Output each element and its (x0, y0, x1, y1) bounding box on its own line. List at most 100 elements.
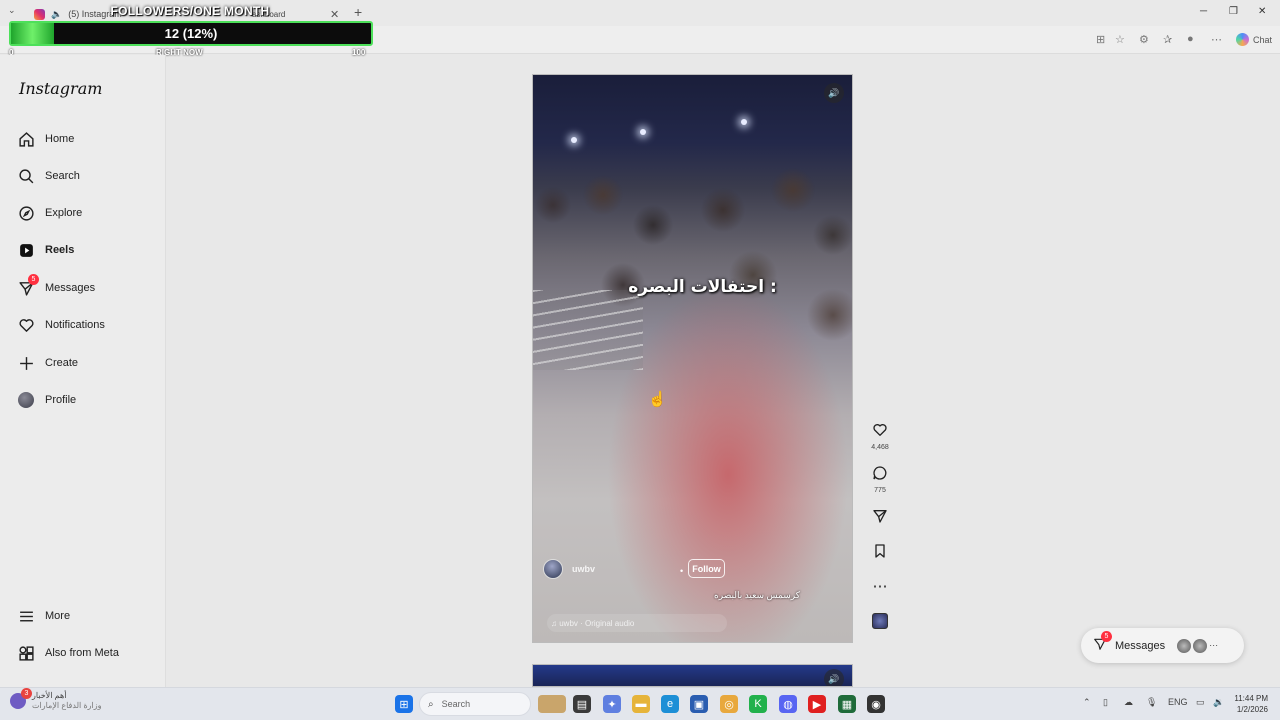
kick-icon[interactable]: K (749, 695, 767, 713)
edge-browser-icon[interactable]: e (661, 695, 679, 713)
discord-icon[interactable]: ◍ (779, 695, 797, 713)
heart-icon[interactable] (866, 422, 894, 443)
avatar (1193, 638, 1208, 653)
nav-profile[interactable]: Profile (16, 384, 164, 416)
instagram-logo[interactable]: Instagram (19, 79, 102, 98)
save-action[interactable] (866, 543, 894, 564)
nav-also-from-meta-label: Also from Meta (45, 647, 119, 659)
copilot-icon[interactable]: ✦ (603, 695, 621, 713)
audio-thumbnail[interactable] (872, 613, 888, 629)
xbox-icon[interactable]: ▦ (838, 695, 856, 713)
nav-also-from-meta[interactable]: Also from Meta (16, 637, 164, 669)
taskbar-clock[interactable]: 11:44 PM 1/2/2026 (1232, 693, 1268, 715)
follow-button[interactable]: Follow (688, 559, 725, 578)
news-headline: أهم الأخبار (32, 691, 67, 700)
conversation-avatars: ⋯ (1177, 638, 1218, 653)
author-avatar[interactable] (543, 559, 563, 579)
reel-video[interactable]: احتفالات البصره : 🔊 (532, 74, 853, 643)
nav-search[interactable]: Search (16, 160, 164, 192)
speaker-icon[interactable]: 🔊 (824, 83, 844, 103)
home-icon (16, 129, 36, 149)
language-indicator[interactable]: ENG (1168, 697, 1188, 707)
overlay-title: FOLLOWERS/ONE MONTH (110, 4, 270, 18)
volume-icon[interactable]: 🔉 (1213, 697, 1224, 708)
nav-create-label: Create (45, 357, 79, 369)
bookmark-icon[interactable] (866, 543, 894, 564)
share-icon[interactable] (866, 508, 894, 529)
news-icon: 3 (10, 688, 32, 709)
street-lamp (571, 137, 577, 143)
like-action[interactable]: 4,468 (866, 422, 894, 451)
next-reel-preview[interactable]: 🔊 (532, 664, 853, 687)
nav-reels-label: Reels (45, 244, 75, 256)
nav-more[interactable]: More (16, 600, 164, 632)
followers-progress-value: 12 (12%) (164, 26, 218, 41)
nav-notifications-label: Notifications (45, 319, 105, 331)
profile-avatar-icon[interactable]: ● (1187, 33, 1194, 45)
messenger-icon: 5 (1093, 631, 1112, 654)
news-badge: 3 (21, 688, 32, 699)
profile-avatar-icon (16, 390, 36, 410)
more-options-action[interactable]: ⋯ (866, 578, 894, 596)
nav-more-label: More (45, 610, 71, 622)
file-explorer-icon[interactable]: ▬ (632, 695, 650, 713)
likes-count: 4,468 (871, 444, 889, 451)
youtube-icon[interactable]: ▶ (808, 695, 826, 713)
close-window-icon[interactable]: ✕ (1258, 6, 1266, 17)
author-username[interactable]: uwbv (572, 564, 595, 574)
search-highlight-icon[interactable] (538, 695, 566, 713)
messages-pill-badge: 5 (1101, 631, 1112, 642)
reel-audio-link[interactable]: ♫ uwbv · Original audio (547, 614, 727, 632)
reel-author[interactable]: uwbv (543, 559, 595, 579)
nav-messages-label: Messages (45, 282, 96, 294)
avatar (1177, 638, 1192, 653)
nav-home-label: Home (45, 133, 75, 145)
nav-create[interactable]: Create (16, 347, 164, 379)
clock-time: 11:44 PM (1234, 694, 1268, 703)
speaker-icon[interactable]: 🔊 (824, 669, 844, 686)
reel-overlay-caption: احتفالات البصره : (628, 277, 777, 297)
onedrive-icon[interactable]: ☁ (1124, 697, 1133, 708)
minimize-icon[interactable]: ─ (1200, 6, 1207, 17)
favorite-star-icon[interactable]: ☆ (1115, 33, 1125, 46)
clock-date: 1/2/2026 (1236, 705, 1268, 714)
network-icon[interactable]: ▭ (1196, 697, 1205, 708)
extension-icon[interactable]: ⚙ (1139, 33, 1149, 46)
chat-label: Chat (1253, 34, 1273, 45)
task-view-icon[interactable]: ▤ (573, 695, 591, 713)
tray-chevron-up-icon[interactable]: ⌃ (1083, 697, 1091, 708)
news-widget[interactable]: 3 أهم الأخبار وزارة الدفاع الإمارات (10, 688, 101, 711)
taskbar-search[interactable]: ⌕ Search (419, 692, 531, 716)
reel-description[interactable]: كرسمس سعيد بالبصره (700, 590, 800, 601)
messenger-icon: 5 (16, 274, 39, 298)
chrome-icon[interactable]: ◎ (720, 695, 738, 713)
share-action[interactable] (866, 508, 894, 529)
nav-explore[interactable]: Explore (16, 197, 164, 229)
messages-floating-button[interactable]: 5 Messages ⋯ (1081, 628, 1244, 663)
search-icon: ⌕ (428, 698, 434, 710)
nav-reels[interactable]: Reels (16, 234, 164, 266)
copilot-chat-button[interactable]: Chat (1236, 33, 1272, 46)
heart-icon (16, 315, 36, 335)
more-dots-icon[interactable]: ⋯ (866, 578, 894, 596)
nav-messages[interactable]: 5 Messages (16, 272, 164, 304)
restore-icon[interactable]: ❐ (1229, 6, 1238, 17)
app-available-icon[interactable]: ⊞ (1096, 33, 1105, 46)
store-icon[interactable]: ▣ (690, 695, 708, 713)
microphone-icon[interactable]: 🎙 (1146, 697, 1157, 708)
followers-progress-bar: 12 (12%) (9, 21, 373, 46)
obs-icon[interactable]: ◉ (867, 695, 885, 713)
plus-icon (16, 353, 36, 373)
comment-icon[interactable] (866, 465, 894, 486)
nav-home[interactable]: Home (16, 123, 164, 155)
more-menu-icon[interactable]: ⋯ (1211, 33, 1222, 46)
street-lamp (640, 129, 646, 135)
windows-start-icon[interactable]: ⊞ (395, 695, 413, 713)
nav-profile-label: Profile (45, 394, 77, 406)
hand-cursor-icon: ☝ (648, 391, 667, 408)
favorites-icon[interactable]: ✰ (1163, 33, 1172, 46)
comment-action[interactable]: 775 (866, 465, 894, 494)
reels-icon (16, 240, 36, 260)
tray-app-icon[interactable]: ▯ (1103, 697, 1108, 708)
nav-notifications[interactable]: Notifications (16, 309, 164, 341)
